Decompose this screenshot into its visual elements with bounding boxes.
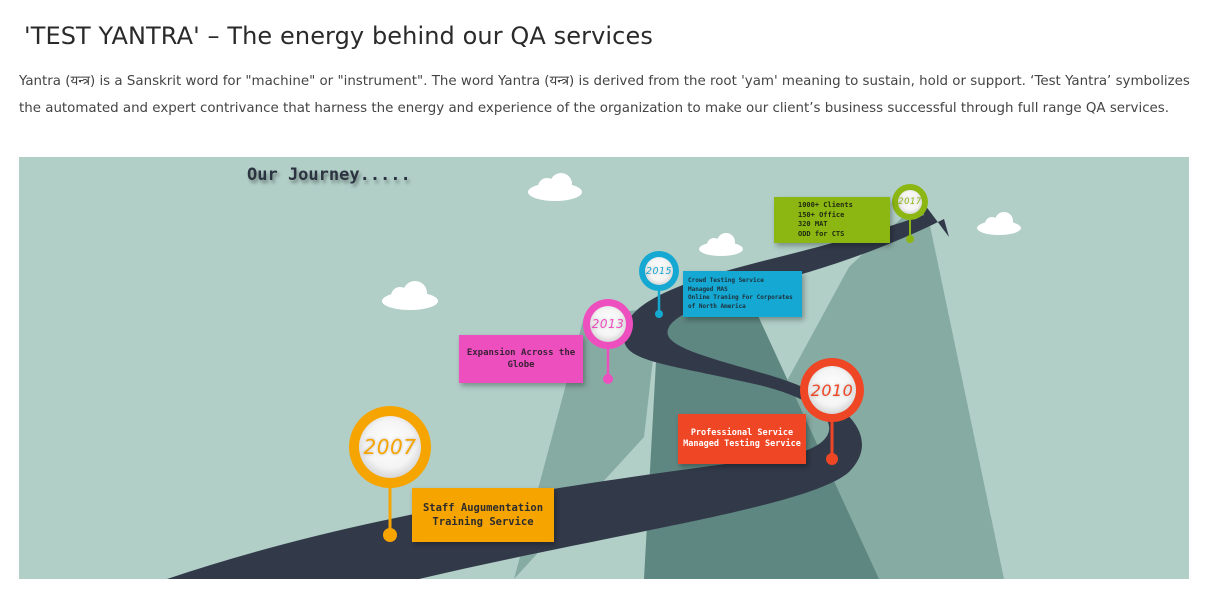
page: 'TEST YANTRA' – The energy behind our QA… <box>0 0 1221 608</box>
year-label-2010: 2010 <box>810 380 854 400</box>
milestone-line: 150+ Office <box>798 210 845 219</box>
journey-infographic: Our Journey..... 2007 2010 2013 2015 201… <box>19 157 1189 579</box>
milestone-line: Staff Augumentation <box>422 502 544 514</box>
page-title: 'TEST YANTRA' – The energy behind our QA… <box>24 22 653 50</box>
milestone-box-2015: Crowd Testing Service Managed MAS Online… <box>683 271 802 317</box>
milestone-line: Managed Testing Service <box>683 439 801 449</box>
milestone-line: 1000+ Clients <box>798 201 853 209</box>
milestone-box-2017: 1000+ Clients 150+ Office 320 MAT ODD fo… <box>774 197 890 243</box>
milestone-box-2013: Expansion Across the Globe <box>459 335 583 383</box>
milestone-line: 320 MAT <box>798 220 828 228</box>
milestone-line: ODD for CTS <box>798 229 845 238</box>
cloud-icon <box>382 281 438 310</box>
milestone-line: Expansion Across the <box>466 348 576 358</box>
cloud-icon <box>977 212 1021 235</box>
year-label-2007: 2007 <box>363 435 417 459</box>
cloud-icon <box>528 173 582 201</box>
milestone-line: Online Traning For Corporates <box>688 294 793 301</box>
milestone-line: Globe <box>507 360 535 370</box>
milestone-line: Professional Service <box>690 428 794 438</box>
cloud-icon <box>699 233 743 256</box>
journey-title: Our Journey..... <box>247 165 411 185</box>
milestone-line: of North America <box>688 302 746 310</box>
milestone-box-2007: Staff Augumentation Training Service <box>412 488 554 542</box>
year-label-2015: 2015 <box>645 265 673 277</box>
milestone-box-2010: Professional Service Managed Testing Ser… <box>678 414 806 464</box>
intro-paragraph: Yantra (यन्त्र) is a Sanskrit word for "… <box>19 74 1190 116</box>
milestone-line: Training Service <box>432 516 534 528</box>
milestone-line: Managed MAS <box>688 285 728 293</box>
year-label-2017: 2017 <box>898 197 922 207</box>
year-label-2013: 2013 <box>591 317 625 331</box>
milestone-line: Crowd Testing Service <box>688 277 764 284</box>
journey-illustration <box>167 173 1021 579</box>
